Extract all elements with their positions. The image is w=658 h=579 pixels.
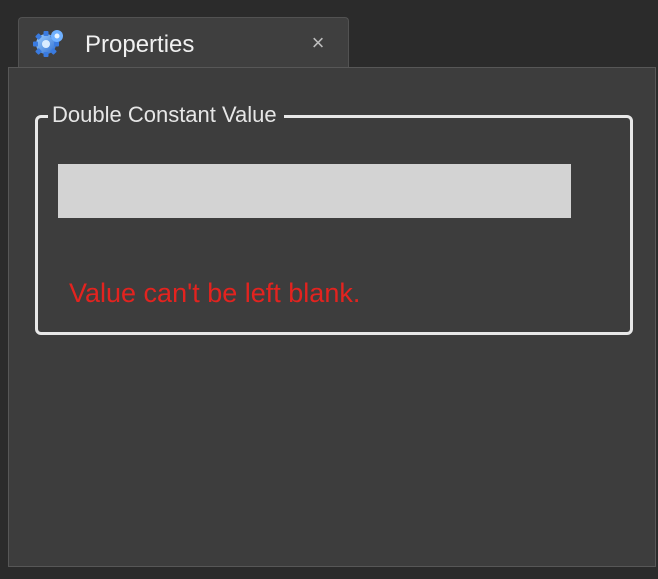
tab-properties[interactable]: Properties × [18,17,349,69]
gear-icon [33,28,65,58]
group-legend: Double Constant Value [48,100,284,130]
properties-panel: Double Constant Value Value can't be lef… [8,67,656,567]
close-icon[interactable]: × [305,30,331,56]
value-input[interactable] [58,164,571,218]
properties-window: Properties × Double Constant Value Value… [0,0,658,579]
tab-title: Properties [85,31,195,58]
validation-error-message: Value can't be left blank. [69,278,361,308]
double-constant-value-group: Double Constant Value Value can't be lef… [35,100,633,335]
